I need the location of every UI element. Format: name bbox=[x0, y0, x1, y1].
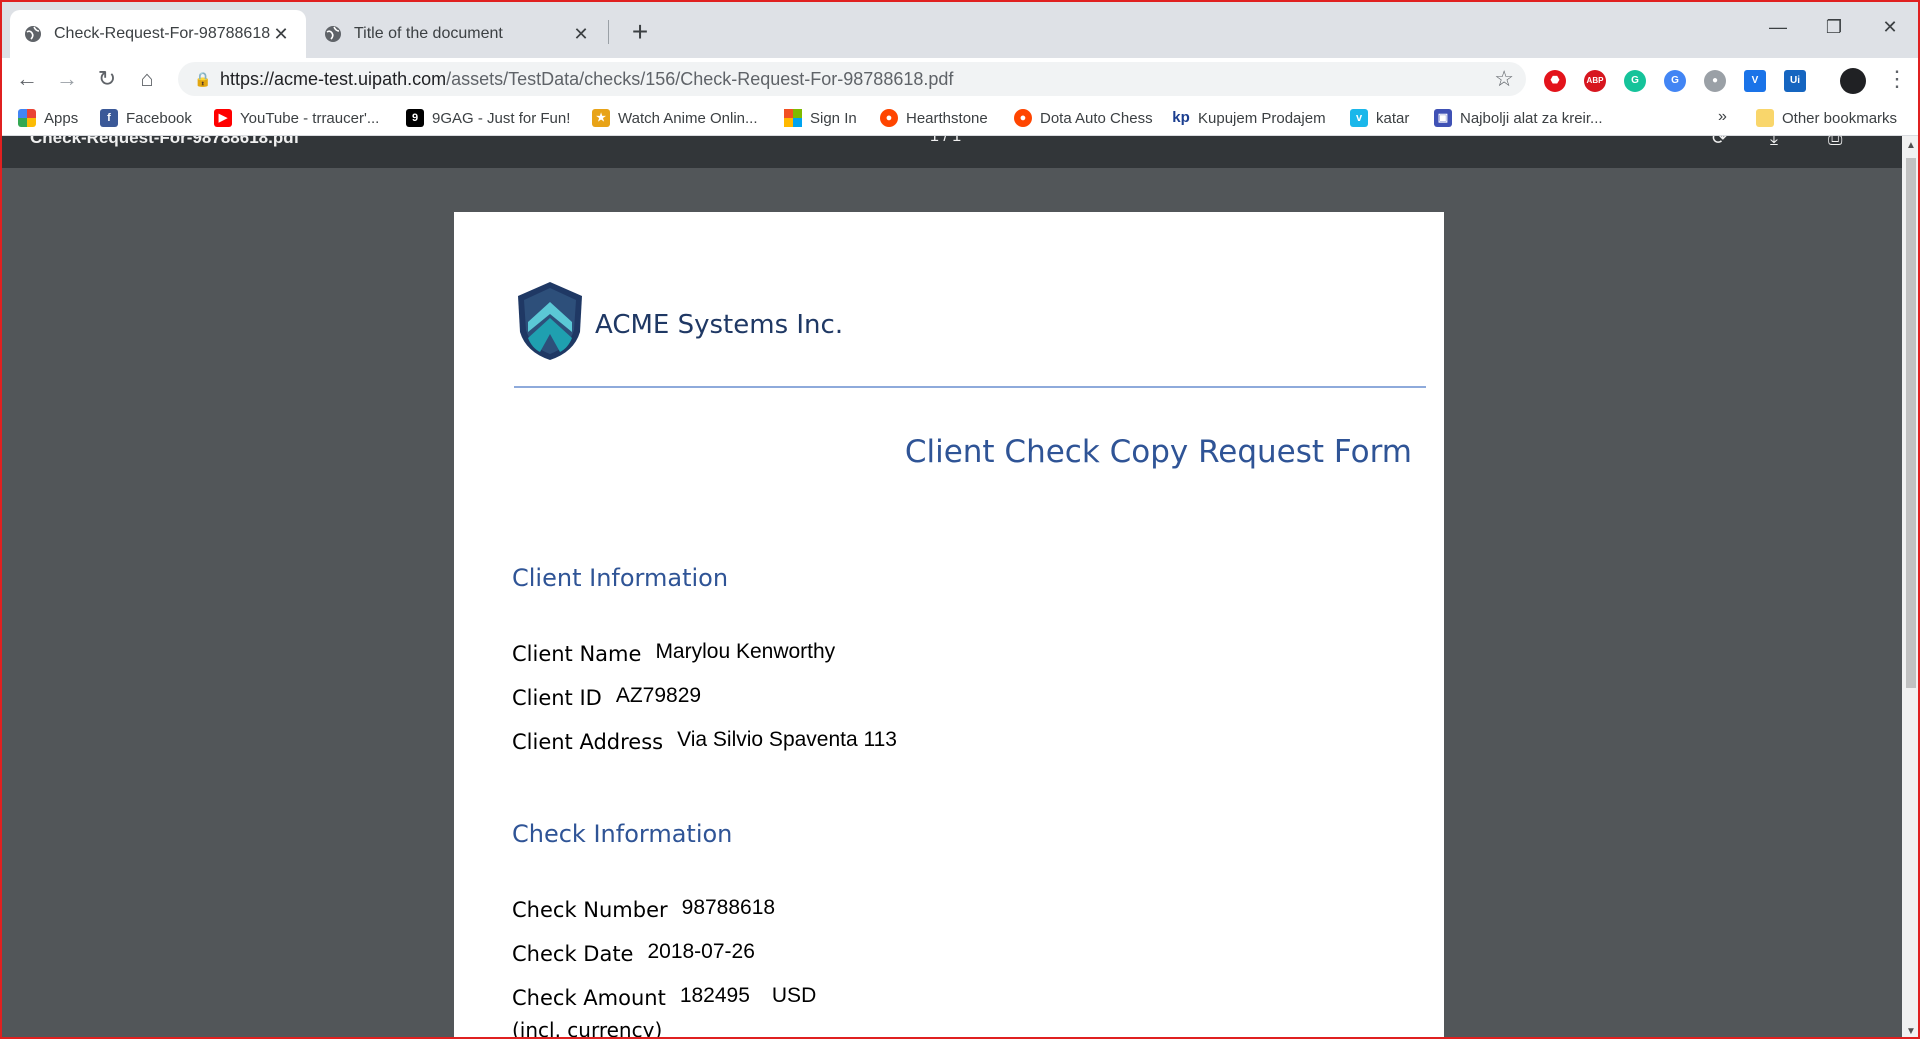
9gag-icon: 9 bbox=[406, 109, 424, 127]
minimize-button[interactable]: — bbox=[1758, 12, 1798, 42]
client-name-value: Marylou Kenworthy bbox=[655, 640, 836, 663]
new-tab-button[interactable]: + bbox=[624, 16, 656, 48]
client-address-value: Via Silvio Spaventa 113 bbox=[677, 728, 897, 751]
scrollbar-thumb[interactable] bbox=[1906, 158, 1916, 688]
restore-button[interactable]: ❐ bbox=[1814, 12, 1854, 42]
bookmark-katar[interactable]: v katar bbox=[1350, 106, 1409, 130]
canva-icon: ▣ bbox=[1434, 109, 1452, 127]
print-icon[interactable]: ⎙ bbox=[1828, 136, 1842, 149]
back-button[interactable]: ← bbox=[12, 64, 42, 94]
check-amount-row: Check Amount 182495 USD bbox=[512, 984, 817, 1010]
client-name-row: Client Name Marylou Kenworthy bbox=[512, 640, 836, 666]
abp-icon[interactable]: ABP bbox=[1584, 70, 1606, 92]
other-bookmarks-folder[interactable]: Other bookmarks bbox=[1756, 106, 1897, 130]
client-information-heading: Client Information bbox=[512, 564, 729, 592]
bookmark-apps[interactable]: Apps bbox=[18, 106, 78, 130]
bookmark-kupujem-prodajem[interactable]: kp Kupujem Prodajem bbox=[1172, 106, 1325, 130]
close-tab-icon[interactable]: ✕ bbox=[570, 24, 592, 45]
tab-strip: Check-Request-For-98788618.pdf ✕ Title o… bbox=[0, 0, 1920, 58]
translate-icon[interactable]: G bbox=[1664, 70, 1686, 92]
pdf-toolbar: Check-Request-For-98788618.pdf 1 / 1 ⟳ ⤓… bbox=[0, 136, 1902, 168]
bookmark-najbolji-alat[interactable]: ▣ Najbolji alat za kreir... bbox=[1434, 106, 1603, 130]
url-text: https://acme-test.uipath.com/assets/Test… bbox=[220, 68, 954, 89]
check-currency-value: USD bbox=[771, 984, 817, 1007]
scroll-up-arrow-icon[interactable]: ▲ bbox=[1906, 140, 1916, 151]
anime-icon: ★ bbox=[592, 109, 610, 127]
close-window-button[interactable]: ✕ bbox=[1870, 12, 1910, 42]
vimeo-icon: v bbox=[1350, 109, 1368, 127]
more-menu-icon[interactable]: ⋮ bbox=[1886, 66, 1908, 92]
tab-title: Check-Request-For-98788618.pdf bbox=[54, 25, 270, 42]
scroll-down-arrow-icon[interactable]: ▼ bbox=[1906, 1026, 1916, 1037]
check-date-row: Check Date 2018-07-26 bbox=[512, 940, 755, 966]
reddit-icon: ● bbox=[880, 109, 898, 127]
vpn-icon[interactable]: V bbox=[1744, 70, 1766, 92]
globe-icon bbox=[25, 26, 41, 42]
adblock-icon[interactable]: ⬣ bbox=[1544, 70, 1566, 92]
check-date-value: 2018-07-26 bbox=[647, 940, 755, 963]
forward-button[interactable]: → bbox=[52, 64, 82, 94]
client-address-row: Client Address Via Silvio Spaventa 113 bbox=[512, 728, 897, 754]
check-number-value: 98788618 bbox=[681, 896, 776, 919]
client-id-row: Client ID AZ79829 bbox=[512, 684, 702, 710]
bookmark-star-icon[interactable]: ☆ bbox=[1494, 66, 1514, 92]
profile-avatar[interactable] bbox=[1840, 68, 1866, 94]
extension-icon[interactable]: ● bbox=[1704, 70, 1726, 92]
bookmark-9gag[interactable]: 9 9GAG - Just for Fun! bbox=[406, 106, 570, 130]
tab-check-request[interactable]: Check-Request-For-98788618.pdf ✕ bbox=[10, 10, 306, 58]
grammarly-icon[interactable]: G bbox=[1624, 70, 1646, 92]
reload-button[interactable]: ↻ bbox=[92, 64, 122, 94]
download-icon[interactable]: ⤓ bbox=[1770, 136, 1778, 149]
tab-divider bbox=[608, 20, 609, 44]
globe-icon bbox=[325, 26, 341, 42]
vertical-scrollbar[interactable]: ▲ ▼ bbox=[1902, 136, 1920, 1039]
bookmark-dota-auto-chess[interactable]: ● Dota Auto Chess bbox=[1014, 106, 1153, 130]
apps-grid-icon bbox=[18, 109, 36, 127]
bookmarks-overflow-button[interactable]: » bbox=[1718, 108, 1727, 126]
microsoft-icon bbox=[784, 109, 802, 127]
address-bar[interactable]: 🔒 https://acme-test.uipath.com/assets/Te… bbox=[178, 62, 1526, 96]
bookmark-watch-anime[interactable]: ★ Watch Anime Onlin... bbox=[592, 106, 758, 130]
facebook-icon: f bbox=[100, 109, 118, 127]
acme-shield-logo bbox=[518, 282, 582, 360]
header-divider bbox=[514, 386, 1426, 388]
client-id-value: AZ79829 bbox=[615, 684, 702, 707]
pdf-page: ACME Systems Inc. Client Check Copy Requ… bbox=[454, 212, 1444, 1039]
browser-toolbar: ← → ↻ ⌂ 🔒 https://acme-test.uipath.com/a… bbox=[0, 58, 1920, 100]
reddit-icon: ● bbox=[1014, 109, 1032, 127]
check-amount-value: 182495 bbox=[679, 984, 750, 1007]
bookmark-facebook[interactable]: f Facebook bbox=[100, 106, 192, 130]
youtube-icon: ▶ bbox=[214, 109, 232, 127]
uipath-icon[interactable]: Ui bbox=[1784, 70, 1806, 92]
close-tab-icon[interactable]: ✕ bbox=[270, 24, 292, 45]
tab-title: Title of the document bbox=[354, 25, 503, 42]
pdf-page-indicator: 1 / 1 bbox=[930, 136, 962, 145]
pdf-filename: Check-Request-For-98788618.pdf bbox=[30, 136, 300, 147]
bookmark-youtube[interactable]: ▶ YouTube - trraucer'... bbox=[214, 106, 379, 130]
company-name: ACME Systems Inc. bbox=[595, 310, 844, 340]
kp-icon: kp bbox=[1172, 109, 1190, 126]
bookmark-hearthstone[interactable]: ● Hearthstone bbox=[880, 106, 988, 130]
rotate-icon[interactable]: ⟳ bbox=[1712, 136, 1727, 149]
lock-icon[interactable]: 🔒 bbox=[186, 71, 220, 88]
check-amount-note: (incl. currency) bbox=[512, 1018, 663, 1039]
check-information-heading: Check Information bbox=[512, 820, 733, 848]
form-title: Client Check Copy Request Form bbox=[904, 434, 1412, 470]
check-number-row: Check Number 98788618 bbox=[512, 896, 776, 922]
bookmark-sign-in[interactable]: Sign In bbox=[784, 106, 857, 130]
home-button[interactable]: ⌂ bbox=[132, 64, 162, 94]
folder-icon bbox=[1756, 109, 1774, 127]
tab-title-of-the-document[interactable]: Title of the document ✕ bbox=[310, 10, 606, 58]
bookmarks-bar: Apps f Facebook ▶ YouTube - trraucer'... 9… bbox=[0, 100, 1920, 136]
